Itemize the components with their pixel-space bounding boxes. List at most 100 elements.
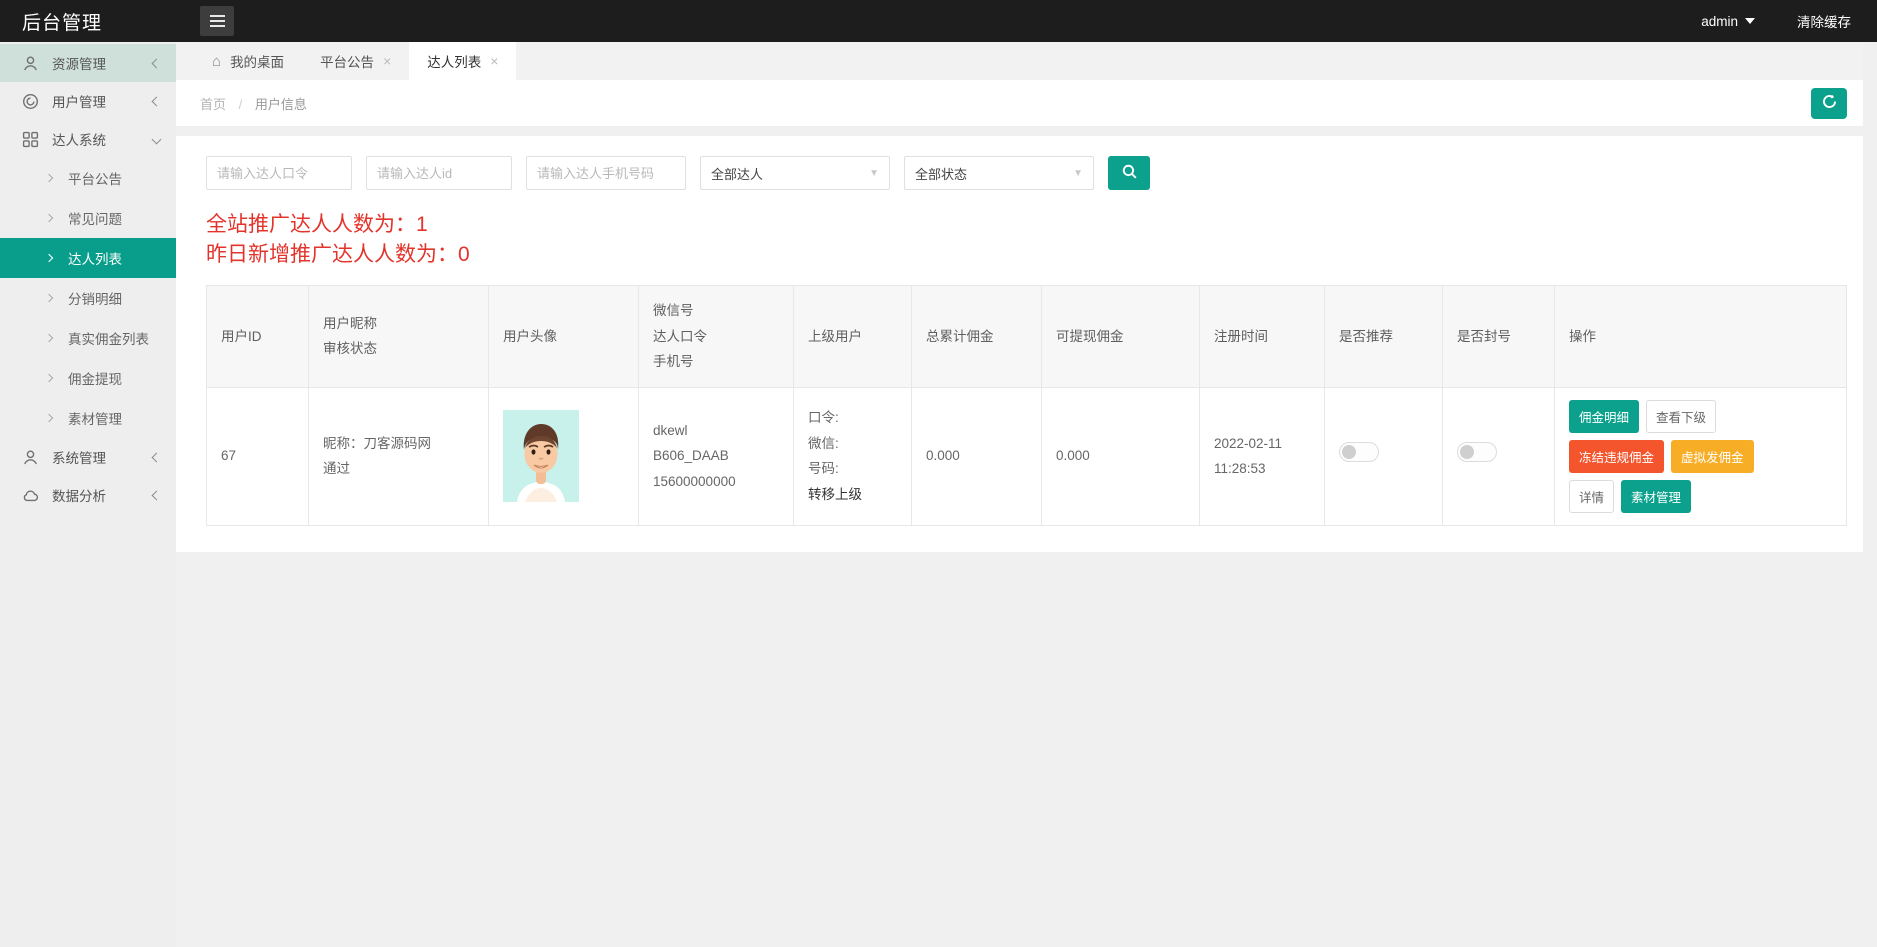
cell-parent-user: 口令: 微信: 号码: 转移上级 <box>794 387 912 525</box>
chevron-down-icon: ▼ <box>1073 168 1083 179</box>
col-total-commission: 总累计佣金 <box>912 285 1042 387</box>
col-recommend: 是否推荐 <box>1325 285 1443 387</box>
chevron-right-icon <box>45 174 53 182</box>
view-subordinates-button[interactable]: 查看下级 <box>1646 400 1716 433</box>
refresh-icon <box>1821 93 1838 113</box>
sidebar-item-daren-system[interactable]: 达人系统 <box>0 120 176 158</box>
cell-actions: 佣金明细 查看下级 冻结违规佣金 虚拟发佣金 详情 素材管理 <box>1555 387 1847 525</box>
commission-detail-button[interactable]: 佣金明细 <box>1569 400 1639 433</box>
col-user-id: 用户ID <box>207 285 309 387</box>
boy-avatar <box>503 410 579 502</box>
cell-recommend <box>1325 387 1443 525</box>
cell-nickname: 昵称：刀客源码网 通过 <box>309 387 489 525</box>
cell-user-id: 67 <box>207 387 309 525</box>
cell-withdrawable: 0.000 <box>1042 387 1200 525</box>
cell-total-commission: 0.000 <box>912 387 1042 525</box>
circle-user-icon <box>22 93 39 110</box>
daren-phone-input[interactable] <box>526 156 686 190</box>
refresh-button[interactable] <box>1811 88 1847 119</box>
sidebar-item-data-analysis[interactable]: 数据分析 <box>0 476 176 514</box>
username: admin <box>1701 14 1738 29</box>
daren-code-input[interactable] <box>206 156 352 190</box>
search-button[interactable] <box>1108 156 1150 190</box>
chevron-right-icon <box>45 334 53 342</box>
main-area: ⌂ 我的桌面 平台公告 × 达人列表 × 首页 / 用户信息 <box>176 42 1877 947</box>
user-menu[interactable]: admin <box>1701 14 1755 29</box>
search-icon <box>1121 163 1138 183</box>
close-icon[interactable]: × <box>490 54 498 68</box>
tab-platform-announcement[interactable]: 平台公告 × <box>302 42 409 80</box>
sidebar-item-commission-withdraw[interactable]: 佣金提现 <box>0 358 176 398</box>
recommend-toggle[interactable] <box>1339 442 1379 462</box>
cell-avatar <box>489 387 639 525</box>
content-card: 全部达人 ▼ 全部状态 ▼ 全站推广达人人数为：1 昨日新增推广达人人数为：0 <box>176 136 1863 552</box>
chevron-right-icon <box>45 254 53 262</box>
chevron-right-icon <box>45 294 53 302</box>
banned-toggle[interactable] <box>1457 442 1497 462</box>
grid-icon <box>22 131 39 148</box>
col-parent-user: 上级用户 <box>794 285 912 387</box>
sidebar-submenu: 平台公告 常见问题 达人列表 分销明细 真实佣金列表 佣金提现 <box>0 158 176 438</box>
tab-daren-list[interactable]: 达人列表 × <box>409 42 516 80</box>
tab-bar: ⌂ 我的桌面 平台公告 × 达人列表 × <box>176 42 1863 80</box>
user-icon <box>22 55 39 72</box>
promotion-stats: 全站推广达人人数为：1 昨日新增推广达人人数为：0 <box>206 210 1843 271</box>
chevron-right-icon <box>45 214 53 222</box>
clear-cache-button[interactable]: 清除缓存 <box>1797 11 1851 31</box>
sidebar-item-system-management[interactable]: 系统管理 <box>0 438 176 476</box>
sidebar-item-platform-announcement[interactable]: 平台公告 <box>0 158 176 198</box>
chevron-down-icon: ▼ <box>869 168 879 179</box>
chevron-right-icon <box>45 374 53 382</box>
sidebar-item-user-management[interactable]: 用户管理 <box>0 82 176 120</box>
col-avatar: 用户头像 <box>489 285 639 387</box>
hamburger-menu-icon[interactable] <box>200 6 234 36</box>
table-header-row: 用户ID 用户昵称审核状态 用户头像 微信号达人口令手机号 上级用户 总累计佣金… <box>207 285 1847 387</box>
chevron-down-icon <box>152 134 162 144</box>
stats-yesterday: 昨日新增推广达人人数为：0 <box>206 240 1843 270</box>
sidebar-item-resources[interactable]: 资源管理 <box>0 44 176 82</box>
daren-table: 用户ID 用户昵称审核状态 用户头像 微信号达人口令手机号 上级用户 总累计佣金… <box>206 285 1847 526</box>
col-wechat-code-phone: 微信号达人口令手机号 <box>639 285 794 387</box>
close-icon[interactable]: × <box>383 54 391 68</box>
sidebar-item-real-commission-list[interactable]: 真实佣金列表 <box>0 318 176 358</box>
filter-row: 全部达人 ▼ 全部状态 ▼ <box>206 156 1843 190</box>
audit-status: 通过 <box>323 456 474 482</box>
cloud-icon <box>22 487 39 504</box>
detail-button[interactable]: 详情 <box>1569 480 1614 513</box>
chevron-left-icon <box>152 452 162 462</box>
chevron-left-icon <box>152 96 162 106</box>
sidebar-item-material-management[interactable]: 素材管理 <box>0 398 176 438</box>
chevron-right-icon <box>45 414 53 422</box>
home-icon: ⌂ <box>212 54 221 69</box>
sidebar: 资源管理 用户管理 达人系统 平台公告 常见问题 <box>0 42 176 947</box>
chevron-left-icon <box>152 490 162 500</box>
status-select[interactable]: 全部状态 ▼ <box>904 156 1094 190</box>
breadcrumb-home[interactable]: 首页 <box>200 97 226 112</box>
user-icon <box>22 449 39 466</box>
col-nickname-status: 用户昵称审核状态 <box>309 285 489 387</box>
cell-banned <box>1443 387 1555 525</box>
virtual-commission-button[interactable]: 虚拟发佣金 <box>1671 440 1754 473</box>
daren-type-select[interactable]: 全部达人 ▼ <box>700 156 890 190</box>
col-reg-time: 注册时间 <box>1200 285 1325 387</box>
topbar: 后台管理 admin 清除缓存 <box>0 0 1877 42</box>
freeze-commission-button[interactable]: 冻结违规佣金 <box>1569 440 1664 473</box>
col-banned: 是否封号 <box>1443 285 1555 387</box>
chevron-down-icon <box>1745 18 1755 24</box>
col-actions: 操作 <box>1555 285 1847 387</box>
breadcrumb-bar: 首页 / 用户信息 <box>176 80 1863 126</box>
transfer-parent-link[interactable]: 转移上级 <box>808 482 897 508</box>
sidebar-item-daren-list[interactable]: 达人列表 <box>0 238 176 278</box>
chevron-left-icon <box>152 58 162 68</box>
breadcrumb: 首页 / 用户信息 <box>200 94 307 113</box>
app-title: 后台管理 <box>0 8 176 35</box>
table-row: 67 昵称：刀客源码网 通过 <box>207 387 1847 525</box>
breadcrumb-current: 用户信息 <box>255 97 307 112</box>
material-management-button[interactable]: 素材管理 <box>1621 480 1691 513</box>
sidebar-item-distribution-detail[interactable]: 分销明细 <box>0 278 176 318</box>
stats-total: 全站推广达人人数为：1 <box>206 210 1843 240</box>
sidebar-item-faq[interactable]: 常见问题 <box>0 198 176 238</box>
daren-id-input[interactable] <box>366 156 512 190</box>
cell-reg-time: 2022-02-11 11:28:53 <box>1200 387 1325 525</box>
tab-my-desktop[interactable]: ⌂ 我的桌面 <box>194 42 302 80</box>
